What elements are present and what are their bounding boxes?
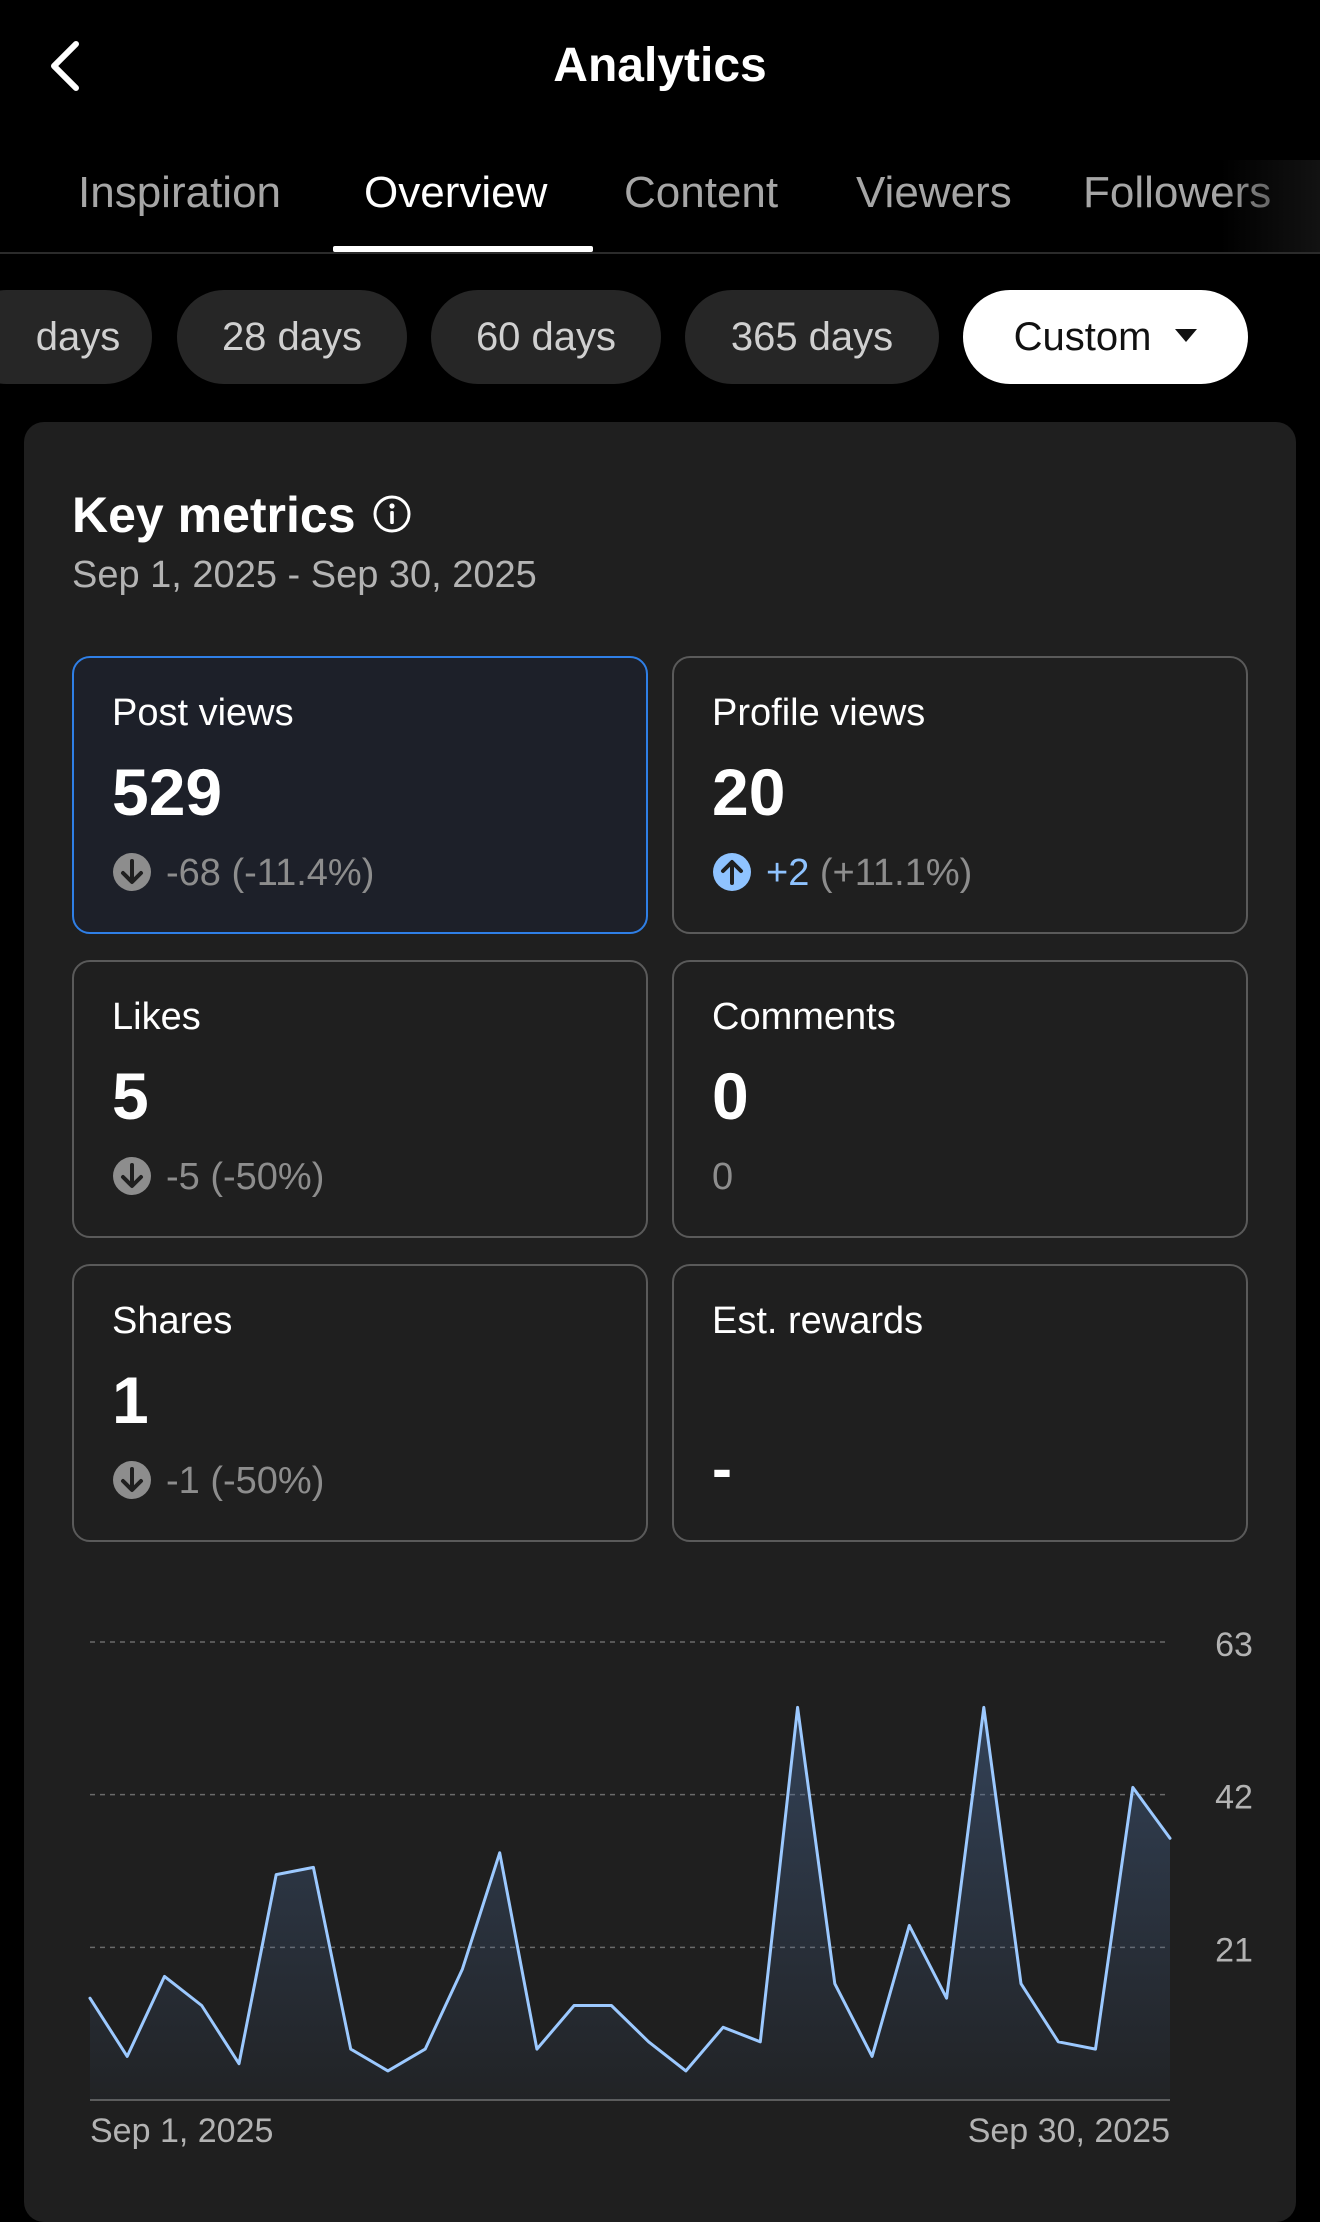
data-point	[608, 2002, 614, 2008]
range-chip-60-days[interactable]: 60 days	[431, 290, 661, 384]
x-tick-label: Sep 30, 2025	[968, 2112, 1170, 2150]
metric-change: -68 (-11.4%)	[112, 852, 374, 896]
data-point	[832, 1981, 838, 1987]
data-point	[646, 2039, 652, 2045]
tab-bar: Inspiration Overview Content Viewers Fol…	[0, 160, 1320, 254]
metric-label: Likes	[112, 996, 201, 1038]
metric-change-amount: +2	[766, 852, 810, 894]
data-point	[1055, 2039, 1061, 2045]
metric-card-est-rewards[interactable]: Est. rewards -	[672, 1264, 1248, 1542]
data-point	[161, 1973, 167, 1979]
chart-svg: 21 42 63 Sep 1, 2025 Sep 30, 2025	[87, 1626, 1253, 2150]
metric-value: 0	[712, 1059, 749, 1133]
metric-change-percent: (-11.4%)	[231, 852, 375, 894]
page-title: Analytics	[553, 39, 767, 92]
data-point	[87, 1995, 93, 2001]
date-range-text: Sep 1, 2025 - Sep 30, 2025	[72, 554, 537, 596]
metric-change-amount: 0	[712, 1156, 734, 1198]
range-chip-label: days	[35, 315, 121, 359]
data-point	[795, 1704, 801, 1710]
range-chip-label: Custom	[1013, 315, 1152, 359]
metric-value: 529	[112, 755, 223, 829]
data-point	[385, 2068, 391, 2074]
arrow-down-circle-icon	[113, 1156, 151, 1195]
metric-label: Est. rewards	[712, 1300, 924, 1342]
metric-label: Post views	[112, 692, 294, 734]
data-point	[571, 2002, 577, 2008]
metric-label: Profile views	[712, 692, 926, 734]
tab-overview[interactable]: Overview	[364, 168, 547, 218]
metric-change: +2 (+11.1%)	[712, 852, 972, 896]
header: Analytics	[0, 0, 1320, 130]
range-chip-label: 60 days	[475, 315, 617, 359]
data-point	[906, 1923, 912, 1929]
data-point	[422, 2046, 428, 2052]
data-point	[1130, 1784, 1136, 1790]
metric-value: 5	[112, 1059, 149, 1133]
y-tick-label: 42	[1215, 1779, 1253, 1817]
metric-value-placeholder: -	[712, 1435, 732, 1502]
post-views-chart: 21 42 63 Sep 1, 2025 Sep 30, 2025	[24, 1580, 1296, 2150]
metric-card-likes[interactable]: Likes 5 -5 (-50%)	[72, 960, 648, 1238]
data-point	[497, 1850, 503, 1856]
arrow-up-circle-icon	[713, 852, 751, 891]
metric-value: 20	[712, 755, 786, 829]
metric-change: 0	[712, 1156, 733, 1200]
data-point	[757, 2039, 763, 2045]
arrow-down-circle-icon	[113, 852, 151, 891]
y-tick-label: 63	[1215, 1626, 1253, 1664]
metric-change: -1 (-50%)	[112, 1460, 324, 1504]
metric-card-shares[interactable]: Shares 1 -1 (-50%)	[72, 1264, 648, 1542]
data-point	[869, 2053, 875, 2059]
series-area	[90, 1707, 1170, 2100]
data-point	[683, 2068, 689, 2074]
metric-card-post-views[interactable]: Post views 529 -68 (-11.4%)	[72, 656, 648, 934]
range-chip-custom[interactable]: Custom	[963, 290, 1248, 384]
metric-label: Comments	[712, 996, 896, 1038]
data-point	[1167, 1835, 1173, 1841]
data-point	[273, 1872, 279, 1878]
date-range-selector: days 28 days 60 days 365 days Custom	[0, 290, 1320, 386]
y-tick-label: 21	[1215, 1931, 1253, 1969]
key-metrics-panel: Key metrics Sep 1, 2025 - Sep 30, 2025 P…	[24, 422, 1296, 2222]
data-point	[1093, 2046, 1099, 2052]
tab-inspiration[interactable]: Inspiration	[78, 168, 281, 218]
metric-change-percent: (+11.1%)	[819, 852, 973, 894]
key-metrics-title: Key metrics	[72, 487, 356, 543]
data-point	[124, 2053, 130, 2059]
data-point	[1018, 1981, 1024, 1987]
metric-card-profile-views[interactable]: Profile views 20 +2 (+11.1%)	[672, 656, 1248, 934]
data-point	[720, 2024, 726, 2030]
metric-value: 1	[112, 1363, 149, 1437]
range-chip-label: 365 days	[730, 315, 894, 359]
metric-change-percent: (-50%)	[210, 1460, 325, 1502]
tab-content[interactable]: Content	[624, 168, 778, 218]
data-point	[199, 2002, 205, 2008]
range-chip-label: 28 days	[221, 315, 363, 359]
x-tick-label: Sep 1, 2025	[90, 2112, 273, 2150]
active-tab-indicator	[333, 246, 593, 252]
metric-card-comments[interactable]: Comments 0 0	[672, 960, 1248, 1238]
tab-viewers[interactable]: Viewers	[856, 168, 1012, 218]
data-point	[459, 1966, 465, 1972]
data-point	[981, 1704, 987, 1710]
metric-change-amount: -1	[166, 1460, 200, 1502]
data-point	[236, 2061, 242, 2067]
info-icon[interactable]	[372, 494, 412, 534]
caret-down-icon	[1175, 328, 1198, 342]
data-point	[944, 1995, 950, 2001]
metric-label: Shares	[112, 1300, 233, 1342]
metric-change-percent: (-50%)	[210, 1156, 325, 1198]
metric-change-amount: -68	[166, 852, 221, 894]
metric-change-amount: -5	[166, 1156, 200, 1198]
data-point	[534, 2046, 540, 2052]
data-point	[310, 1864, 316, 1870]
data-point	[348, 2046, 354, 2052]
range-chip-days[interactable]: days	[0, 290, 152, 384]
metric-change: -5 (-50%)	[112, 1156, 324, 1200]
tabs-scroll-fade	[1220, 160, 1320, 252]
range-chip-28-days[interactable]: 28 days	[177, 290, 407, 384]
range-chip-365-days[interactable]: 365 days	[685, 290, 939, 384]
arrow-down-circle-icon	[113, 1460, 151, 1499]
